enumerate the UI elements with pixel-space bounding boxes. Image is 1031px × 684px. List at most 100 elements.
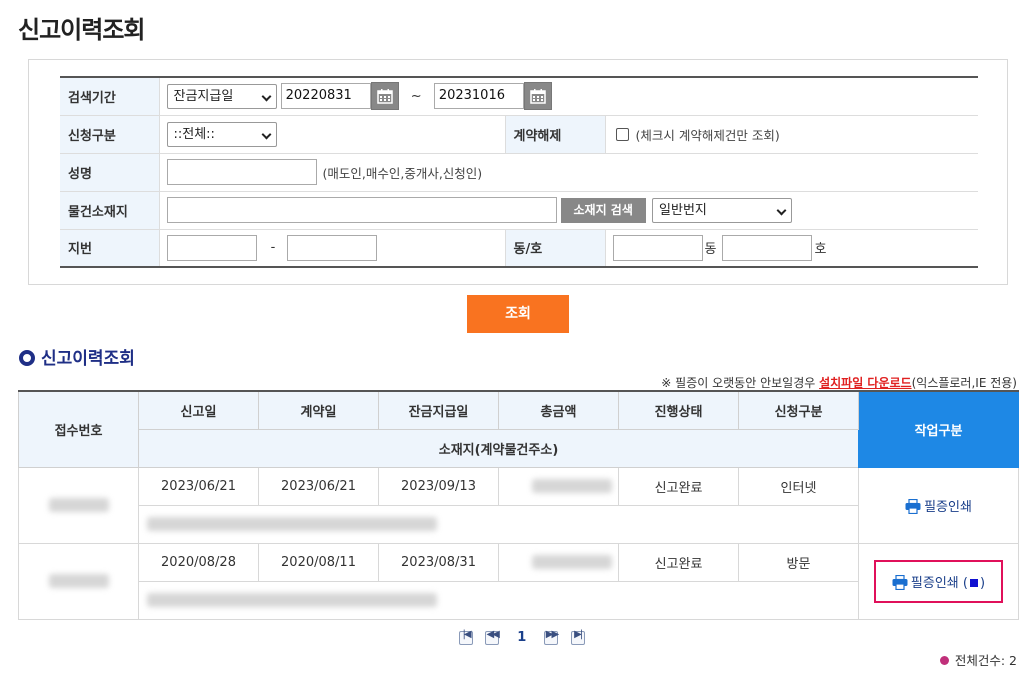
print-label: 필증인쇄 [924, 499, 972, 515]
date-to-input[interactable]: 20231016 [433, 83, 524, 110]
header-contract-date: 계약일 [258, 390, 379, 430]
cancel-hint: (체크시 계약해제건만 조회) [635, 127, 780, 143]
location-cell [138, 580, 859, 620]
balance-date-cell: 2023/09/13 [378, 466, 499, 506]
lot-type-select[interactable]: 일반번지 [652, 197, 793, 223]
report-date-cell: 2020/08/28 [138, 542, 259, 582]
balance-date-cell: 2023/08/31 [378, 542, 499, 582]
lot-sub-input[interactable] [287, 234, 378, 261]
total-amount-cell [498, 466, 619, 506]
table-row: 2020/08/28 2020/08/11 2023/08/31 신고완료 방문… [18, 542, 1019, 620]
print-certificate-button[interactable]: 필증인쇄 [905, 498, 972, 515]
paren-close: ) [979, 575, 986, 591]
header-location: 소재지(계약물건주소) [138, 428, 859, 468]
section-title: 신고이력조회 [19, 344, 135, 369]
ho-input[interactable] [722, 234, 813, 261]
contract-date-cell: 2023/06/21 [258, 466, 379, 506]
search-form: 검색기간 잔금지급일 20220831 ~ 20231016 신청구분 ::전체… [28, 59, 1008, 285]
redacted-value [147, 517, 437, 531]
installer-download-link[interactable]: 설치파일 다운로드 [819, 376, 912, 390]
report-date-cell: 2023/06/21 [138, 466, 259, 506]
location-label: 물건소재지 [60, 191, 160, 230]
period-type-value: 잔금지급일 [173, 88, 234, 104]
download-notice: ※ 필증이 오랫동안 안보일경우 설치파일 다운로드(익스플로러,IE 전용) [661, 374, 1017, 391]
paren-open: ( [962, 575, 968, 591]
dong-suffix: 동 [704, 242, 717, 258]
notice-prefix: ※ 필증이 오랫동안 안보일경우 [661, 376, 820, 390]
printer-icon [892, 574, 908, 590]
date-range-separator: ~ [410, 88, 422, 104]
header-apply-type: 신청구분 [738, 390, 859, 430]
square-icon [969, 578, 978, 587]
receipt-no-cell [18, 542, 139, 620]
calendar-icon[interactable] [523, 82, 552, 111]
header-total-amount: 총금액 [498, 390, 619, 430]
print-certificate-button[interactable]: 필증인쇄 () [892, 574, 986, 591]
chevron-down-icon [261, 129, 271, 139]
header-receipt-no: 접수번호 [18, 390, 139, 468]
status-cell: 신고완료 [618, 466, 739, 506]
prev-page-icon[interactable]: ◀◀ [485, 629, 500, 645]
chevron-down-icon [776, 205, 787, 215]
date-from-input[interactable]: 20220831 [280, 83, 371, 110]
cancel-label: 계약해제 [504, 115, 606, 154]
location-input[interactable] [166, 197, 557, 223]
results-table: 접수번호 신고일 계약일 잔금지급일 총금액 진행상태 신청구분 작업구분 소재… [18, 390, 1019, 620]
search-button[interactable]: 조회 [467, 295, 569, 333]
chevron-down-icon [261, 91, 271, 102]
total-count: 전체건수: 2 [939, 650, 1017, 669]
ho-suffix: 호 [814, 242, 827, 258]
total-amount-cell [498, 542, 619, 582]
work-cell: 필증인쇄 [858, 466, 1019, 544]
print-label: 필증인쇄 [910, 575, 959, 591]
first-page-icon[interactable]: |◀ [459, 629, 473, 645]
name-label: 성명 [60, 153, 160, 192]
table-row: 2023/06/21 2023/06/21 2023/09/13 신고완료 인터… [18, 466, 1019, 544]
apply-type-cell: 인터넷 [738, 466, 859, 506]
last-page-icon[interactable]: ▶| [570, 629, 585, 645]
cancel-checkbox[interactable] [615, 127, 629, 141]
dong-input[interactable] [612, 234, 703, 261]
location-cell [138, 504, 859, 544]
lot-main-input[interactable] [166, 234, 257, 261]
period-type-select[interactable]: 잔금지급일 [166, 83, 277, 109]
apply-type-select[interactable]: ::전체:: [166, 121, 277, 147]
header-balance-date: 잔금지급일 [378, 390, 499, 430]
bullet-icon [939, 656, 949, 665]
calendar-icon[interactable] [370, 82, 399, 111]
highlighted-print-area: 필증인쇄 () [873, 559, 1004, 603]
header-status: 진행상태 [618, 390, 739, 430]
header-work: 작업구분 [858, 390, 1019, 468]
contract-date-cell: 2020/08/11 [258, 542, 379, 582]
circle-bullet-icon [19, 350, 35, 366]
apply-type-label: 신청구분 [60, 115, 160, 154]
receipt-no-cell [18, 466, 139, 544]
name-hint: (매도인,매수인,중개사,신청인) [322, 165, 483, 181]
total-count-text: 전체건수: 2 [954, 653, 1017, 668]
notice-suffix: (익스플로러,IE 전용) [911, 376, 1017, 390]
name-input[interactable] [166, 159, 317, 185]
page-title: 신고이력조회 [18, 16, 145, 44]
status-cell: 신고완료 [618, 542, 739, 582]
apply-type-value: ::전체:: [173, 126, 215, 142]
location-search-button[interactable]: 소재지 검색 [560, 197, 646, 223]
lot-type-value: 일반번지 [659, 202, 707, 218]
search-table: 검색기간 잔금지급일 20220831 ~ 20231016 신청구분 ::전체… [60, 76, 978, 268]
lot-separator: - [270, 240, 276, 256]
section-title-text: 신고이력조회 [41, 349, 135, 369]
printer-icon [905, 498, 921, 514]
redacted-value [48, 574, 109, 588]
page-number[interactable]: 1 [517, 630, 526, 645]
header-report-date: 신고일 [138, 390, 259, 430]
redacted-value [531, 479, 612, 493]
redacted-value [48, 498, 109, 512]
lot-label: 지번 [60, 229, 160, 267]
period-label: 검색기간 [60, 77, 160, 116]
redacted-value [531, 555, 612, 569]
apply-type-cell: 방문 [738, 542, 859, 582]
next-page-icon[interactable]: ▶▶ [544, 629, 559, 645]
work-cell: 필증인쇄 () [858, 542, 1019, 620]
pagination: |◀ ◀◀ 1 ▶▶ ▶| [459, 629, 585, 645]
unit-label: 동/호 [504, 229, 606, 267]
redacted-value [147, 593, 437, 607]
